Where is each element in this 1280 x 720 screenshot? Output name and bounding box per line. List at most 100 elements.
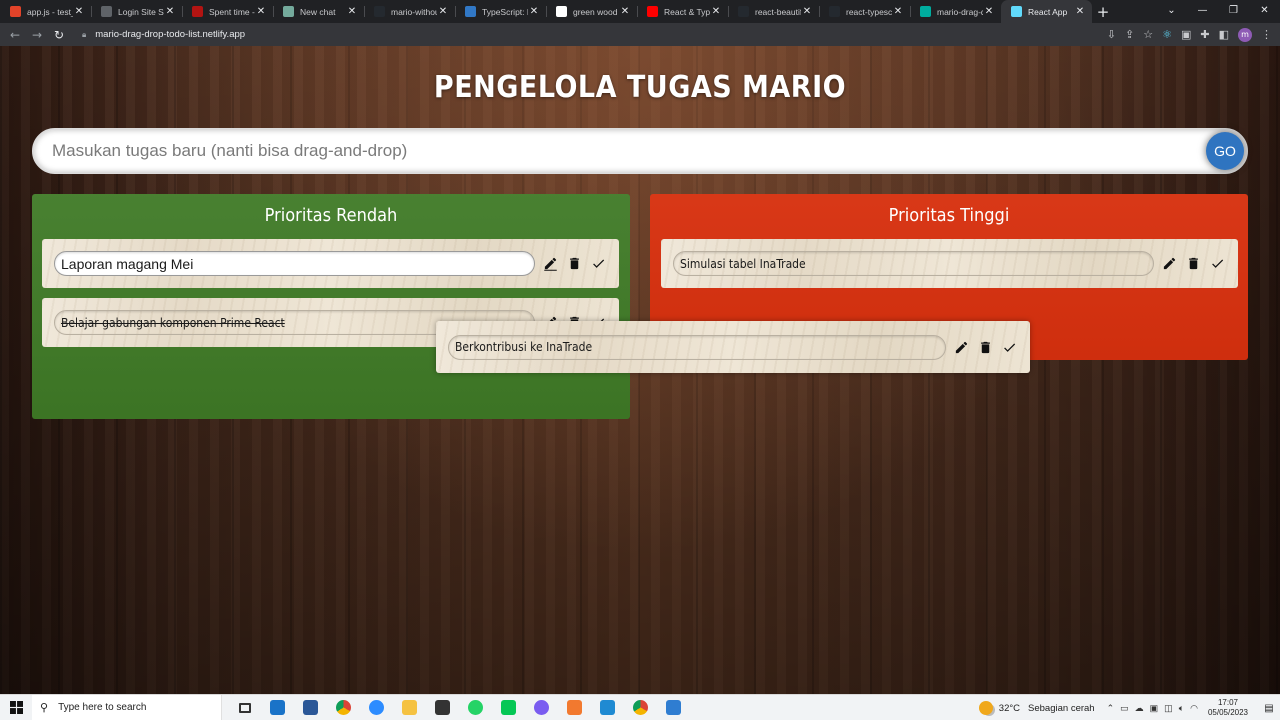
- check-icon[interactable]: [1000, 338, 1018, 356]
- tab-title: react-typescr: [846, 6, 892, 17]
- volume-icon[interactable]: 🔈︎: [1179, 703, 1184, 714]
- column-heading: Prioritas Tinggi: [888, 205, 1010, 226]
- side-panel-icon[interactable]: ◧: [1219, 28, 1229, 41]
- tab-title: TypeScript: D: [482, 6, 528, 17]
- wifi-icon[interactable]: ◠: [1190, 703, 1198, 714]
- tab-close-icon[interactable]: ✕: [528, 6, 540, 17]
- taskbar-clock[interactable]: 17:07 05/05/2023: [1208, 698, 1248, 718]
- task-card[interactable]: Laporan magang Mei: [42, 239, 619, 288]
- check-icon[interactable]: [1208, 255, 1226, 273]
- windows-start-icon[interactable]: [0, 695, 32, 720]
- task-actions: [952, 338, 1018, 356]
- tab-close-icon[interactable]: ✕: [1074, 6, 1086, 17]
- tab-favicon-icon: [829, 6, 840, 17]
- browser-tab[interactable]: Spent time - (✕: [182, 0, 273, 23]
- task-text: Simulasi tabel InaTrade: [673, 251, 1154, 276]
- tab-close-icon[interactable]: ✕: [892, 6, 904, 17]
- edit-icon[interactable]: [952, 338, 970, 356]
- display-icon[interactable]: ▣: [1150, 703, 1159, 714]
- go-button[interactable]: GO: [1206, 132, 1244, 170]
- battery-icon[interactable]: ▭: [1120, 703, 1129, 714]
- line-app-icon[interactable]: [492, 695, 525, 720]
- install-app-icon[interactable]: ⇩: [1107, 28, 1116, 41]
- tab-close-icon[interactable]: ✕: [255, 6, 267, 17]
- task-card[interactable]: Simulasi tabel InaTrade: [661, 239, 1238, 288]
- browser-tab[interactable]: Login Site Su ✕: [91, 0, 182, 23]
- whatsapp-app-icon[interactable]: [459, 695, 492, 720]
- delete-icon[interactable]: [565, 255, 583, 273]
- window-controls: ⌄ — ❐ ✕: [1156, 0, 1280, 23]
- browser-tab[interactable]: New chat ✕: [273, 0, 364, 23]
- delete-icon[interactable]: [976, 338, 994, 356]
- word-app-icon[interactable]: [294, 695, 327, 720]
- tab-search-icon[interactable]: ⌄: [1156, 0, 1187, 23]
- share-icon[interactable]: ⇪: [1125, 28, 1134, 41]
- tab-close-icon[interactable]: ✕: [73, 6, 85, 17]
- close-window-button[interactable]: ✕: [1249, 0, 1280, 23]
- tab-close-icon[interactable]: ✕: [710, 6, 722, 17]
- tab-close-icon[interactable]: ✕: [346, 6, 358, 17]
- weather-widget[interactable]: 32°C Sebagian cerah: [978, 701, 1095, 715]
- browser-tab[interactable]: mario-drag-d ✕: [910, 0, 1001, 23]
- tab-favicon-icon: [192, 6, 203, 17]
- browser-menu-icon[interactable]: ⋮: [1261, 28, 1272, 41]
- new-task-input[interactable]: [32, 128, 1248, 174]
- tab-close-icon[interactable]: ✕: [983, 6, 995, 17]
- dragging-task-card[interactable]: Berkontribusi ke InaTrade: [436, 321, 1030, 373]
- forward-icon[interactable]: →: [26, 28, 48, 42]
- new-tab-button[interactable]: +: [1092, 0, 1114, 23]
- browser-tab[interactable]: app.js - test_b✕: [0, 0, 91, 23]
- zoom-app-icon[interactable]: [360, 695, 393, 720]
- notification-icon[interactable]: ▤: [1258, 703, 1280, 714]
- check-icon[interactable]: [589, 255, 607, 273]
- profile-avatar[interactable]: m: [1238, 27, 1252, 42]
- minimize-button[interactable]: —: [1187, 0, 1218, 23]
- address-bar[interactable]: 🔒︎ mario-drag-drop-todo-list.netlify.app: [82, 29, 245, 40]
- browser-tab[interactable]: mario-withou ✕: [364, 0, 455, 23]
- tab-close-icon[interactable]: ✕: [619, 6, 631, 17]
- tab-title: app.js - test_b: [27, 6, 73, 17]
- browser-tab[interactable]: React & Type ✕: [637, 0, 728, 23]
- network-icon[interactable]: ◫: [1164, 703, 1173, 714]
- browser-toolbar: ← → ↻ 🔒︎ mario-drag-drop-todo-list.netli…: [0, 23, 1280, 46]
- taskbar-apps: [228, 695, 690, 720]
- extension-icon[interactable]: ▣: [1181, 28, 1191, 41]
- calculator-app-icon[interactable]: [261, 695, 294, 720]
- browser-tab[interactable]: green wood ✕: [546, 0, 637, 23]
- tab-close-icon[interactable]: ✕: [801, 6, 813, 17]
- tab-title: Login Site Su: [118, 6, 164, 17]
- taskbar-search[interactable]: ⚲ Type here to search: [32, 694, 222, 720]
- tab-close-icon[interactable]: ✕: [164, 6, 176, 17]
- edit-icon[interactable]: [541, 255, 559, 273]
- extensions-puzzle-icon[interactable]: ✚: [1200, 28, 1209, 41]
- delete-icon[interactable]: [1184, 255, 1202, 273]
- browser-tab[interactable]: React App ✕: [1001, 0, 1092, 23]
- browser-tab[interactable]: react-beautif ✕: [728, 0, 819, 23]
- postman-app-icon[interactable]: [558, 695, 591, 720]
- browser-tab[interactable]: react-typescr ✕: [819, 0, 910, 23]
- bookmark-star-icon[interactable]: ☆: [1143, 28, 1153, 41]
- task-view-icon[interactable]: [228, 695, 261, 720]
- photos-app-icon[interactable]: [657, 695, 690, 720]
- task-edit-input[interactable]: Laporan magang Mei: [54, 251, 535, 276]
- column-heading: Prioritas Rendah: [264, 205, 398, 226]
- browser-tab[interactable]: TypeScript: D ✕: [455, 0, 546, 23]
- cloud-icon[interactable]: ☁: [1135, 703, 1144, 714]
- tab-close-icon[interactable]: ✕: [437, 6, 449, 17]
- react-devtools-icon[interactable]: ⚛: [1162, 28, 1172, 41]
- edit-icon[interactable]: [1160, 255, 1178, 273]
- back-icon[interactable]: ←: [4, 28, 26, 42]
- tab-favicon-icon: [283, 6, 294, 17]
- file-explorer-icon[interactable]: [393, 695, 426, 720]
- sticky-app-icon[interactable]: [426, 695, 459, 720]
- chevron-up-icon[interactable]: ⌃: [1107, 703, 1115, 714]
- messenger-app-icon[interactable]: [525, 695, 558, 720]
- maximize-button[interactable]: ❐: [1218, 0, 1249, 23]
- tab-favicon-icon: [920, 6, 931, 17]
- chrome-app-icon[interactable]: [327, 695, 360, 720]
- reload-icon[interactable]: ↻: [48, 28, 70, 42]
- chrome-app-icon[interactable]: [624, 695, 657, 720]
- page-title: PENGELOLA TUGAS MARIO: [433, 70, 847, 105]
- task-actions: [541, 255, 607, 273]
- vscode-app-icon[interactable]: [591, 695, 624, 720]
